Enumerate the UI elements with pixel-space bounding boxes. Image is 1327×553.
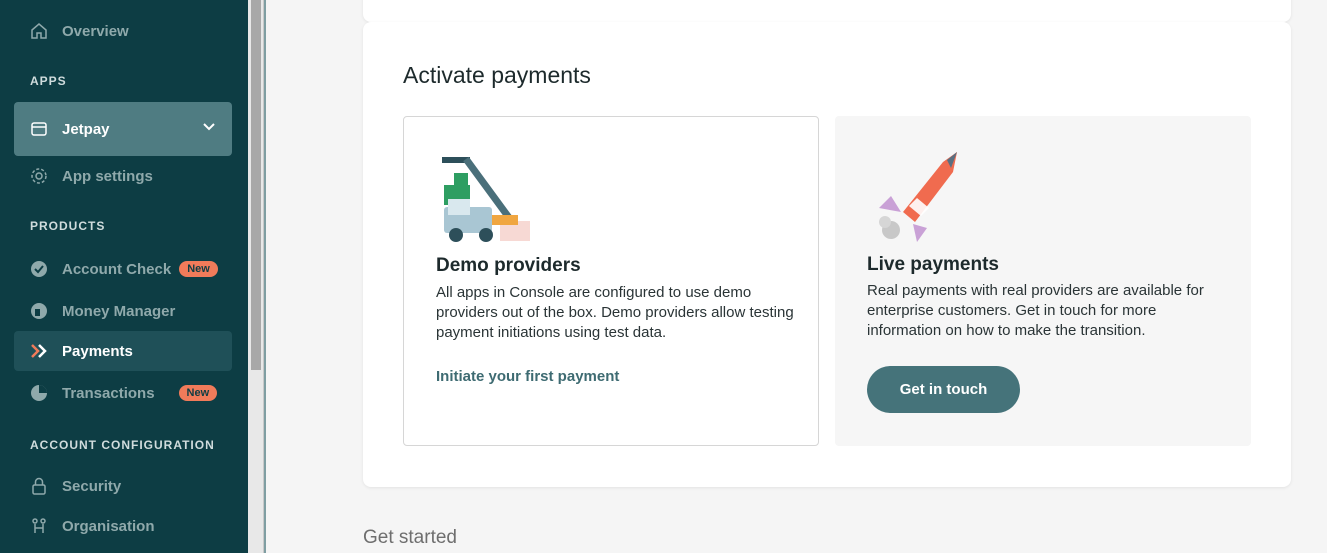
chevron-down-icon bbox=[202, 120, 216, 138]
previous-card bbox=[363, 0, 1291, 22]
payments-arrow-icon bbox=[30, 342, 48, 360]
sidebar-item-overview[interactable]: Overview bbox=[14, 11, 232, 51]
sidebar-item-label: Transactions bbox=[62, 384, 155, 402]
demo-providers-panel: Demo providers All apps in Console are c… bbox=[403, 116, 819, 446]
money-manager-icon bbox=[30, 302, 48, 320]
sidebar-item-label: Account Check bbox=[62, 260, 172, 278]
sidebar-item-account-check[interactable]: Account Check New bbox=[14, 249, 232, 289]
sidebar-divider bbox=[264, 0, 266, 553]
sidebar-item-security[interactable]: Security bbox=[14, 466, 232, 506]
app-window-icon bbox=[30, 120, 48, 138]
sidebar-item-label: Money Manager bbox=[62, 302, 176, 320]
get-started-heading: Get started bbox=[363, 527, 457, 548]
sidebar-item-app-settings[interactable]: App settings bbox=[14, 156, 232, 196]
app-name: Jetpay bbox=[62, 120, 110, 138]
demo-providers-description: All apps in Console are configured to us… bbox=[436, 284, 794, 341]
sidebar: Overview APPS Jetpay App settings PRODUC… bbox=[0, 0, 248, 553]
section-label-apps: APPS bbox=[30, 74, 67, 88]
lock-icon bbox=[30, 477, 48, 495]
gear-icon bbox=[30, 167, 48, 185]
sidebar-item-label: Security bbox=[62, 477, 122, 495]
demo-providers-title: Demo providers bbox=[436, 255, 581, 276]
scrollbar-thumb[interactable] bbox=[251, 0, 261, 370]
initiate-first-payment-link[interactable]: Initiate your first payment bbox=[436, 368, 619, 385]
live-payments-description: Real payments with real providers are av… bbox=[867, 282, 1204, 339]
sidebar-scrollbar[interactable] bbox=[248, 0, 264, 553]
rocket-illustration bbox=[879, 152, 957, 242]
sidebar-item-label: Overview bbox=[62, 22, 129, 40]
transactions-icon bbox=[30, 384, 48, 402]
sidebar-item-money-manager[interactable]: Money Manager bbox=[14, 291, 232, 331]
section-label-account-configuration: ACCOUNT CONFIGURATION bbox=[30, 438, 215, 452]
organisation-icon bbox=[30, 517, 48, 535]
sidebar-item-label: App settings bbox=[62, 167, 153, 185]
crane-truck-illustration bbox=[442, 156, 530, 242]
sidebar-item-transactions[interactable]: Transactions New bbox=[14, 373, 232, 413]
check-badge-icon bbox=[30, 260, 48, 278]
card-title: Activate payments bbox=[403, 62, 591, 88]
sidebar-item-label: Payments bbox=[62, 342, 133, 360]
activate-payments-card: Activate payments Demo providers All app… bbox=[363, 22, 1291, 487]
new-badge: New bbox=[179, 261, 218, 277]
app-selector-jetpay[interactable]: Jetpay bbox=[14, 102, 232, 156]
sidebar-item-label: Organisation bbox=[62, 517, 155, 535]
live-payments-title: Live payments bbox=[867, 254, 999, 275]
get-in-touch-button[interactable]: Get in touch bbox=[867, 366, 1020, 413]
new-badge: New bbox=[178, 385, 218, 401]
section-label-products: PRODUCTS bbox=[30, 219, 106, 233]
sidebar-item-payments[interactable]: Payments bbox=[14, 331, 232, 371]
sidebar-item-organisation[interactable]: Organisation bbox=[14, 506, 232, 546]
live-payments-panel: Live payments Real payments with real pr… bbox=[835, 116, 1251, 446]
home-icon bbox=[30, 22, 48, 40]
